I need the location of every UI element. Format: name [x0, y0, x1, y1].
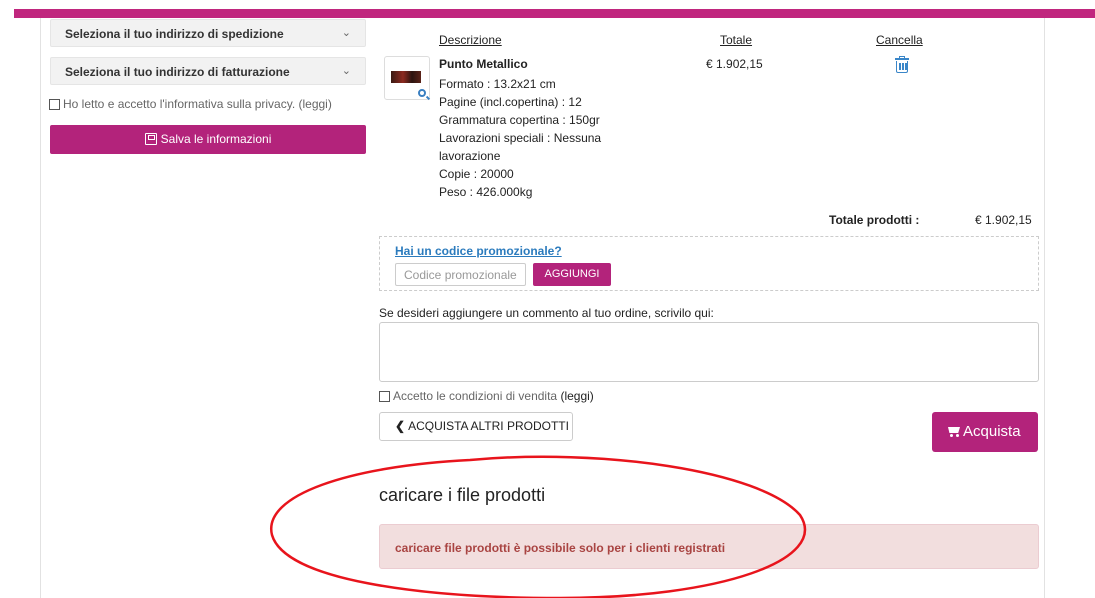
chevron-down-icon: ⌄: [341, 65, 351, 77]
save-info-button[interactable]: Salva le informazioni: [50, 125, 366, 154]
terms-checkbox[interactable]: [379, 391, 390, 402]
product-image: [391, 71, 421, 83]
column-header-total[interactable]: Totale: [720, 33, 752, 47]
registered-only-alert: caricare file prodotti è possibile solo …: [379, 524, 1039, 569]
add-promo-button[interactable]: AGGIUNGI: [533, 263, 611, 286]
product-detail-line: Formato : 13.2x21 cm: [439, 77, 556, 91]
privacy-checkbox[interactable]: [49, 99, 60, 110]
terms-consent: Accetto le condizioni di vendita (leggi): [379, 389, 594, 403]
privacy-label: Ho letto e accetto l'informativa sulla p…: [63, 97, 332, 111]
continue-shopping-label: ACQUISTA ALTRI PRODOTTI: [408, 419, 569, 433]
continue-shopping-button[interactable]: ❮ ACQUISTA ALTRI PRODOTTI: [379, 412, 573, 441]
zoom-icon[interactable]: [418, 89, 426, 97]
terms-label: Accetto le condizioni di vendita: [393, 389, 558, 403]
product-detail-line: Pagine (incl.copertina) : 12: [439, 95, 582, 109]
product-details: Formato : 13.2x21 cm Pagine (incl.copert…: [439, 75, 629, 201]
product-detail-line: Lavorazioni speciali : Nessuna lavorazio…: [439, 131, 602, 163]
upload-section-title: caricare i file prodotti: [379, 485, 546, 505]
chevron-left-icon: ❮: [395, 419, 406, 433]
order-comment-label: Se desideri aggiungere un commento al tu…: [379, 306, 714, 320]
billing-address-accordion[interactable]: Seleziona il tuo indirizzo di fatturazio…: [50, 57, 366, 85]
products-total-label: Totale prodotti :: [829, 213, 920, 227]
shopping-cart-icon: [946, 425, 961, 437]
content-border-right: [1044, 18, 1045, 598]
order-comment-textarea[interactable]: [379, 322, 1039, 382]
product-detail-line: Grammatura copertina : 150gr: [439, 113, 600, 127]
product-price: € 1.902,15: [706, 57, 763, 71]
trash-icon[interactable]: [894, 56, 910, 74]
product-detail-line: Peso : 426.000kg: [439, 185, 533, 199]
shipping-address-accordion[interactable]: Seleziona il tuo indirizzo di spedizione…: [50, 19, 366, 47]
promo-code-box: Hai un codice promozionale? AGGIUNGI: [379, 236, 1039, 291]
products-total-value: € 1.902,15: [975, 213, 1032, 227]
privacy-consent: Ho letto e accetto l'informativa sulla p…: [49, 97, 332, 111]
shipping-address-label: Seleziona il tuo indirizzo di spedizione: [65, 27, 284, 41]
column-header-delete[interactable]: Cancella: [876, 33, 923, 47]
purchase-label: Acquista: [963, 423, 1021, 440]
promo-code-input[interactable]: [395, 263, 526, 286]
save-info-label: Salva le informazioni: [160, 132, 272, 146]
purchase-button[interactable]: Acquista: [932, 412, 1038, 452]
column-header-description[interactable]: Descrizione: [439, 33, 502, 47]
content-border-left: [40, 18, 41, 598]
terms-read-link[interactable]: (leggi): [560, 389, 593, 403]
top-accent-bar: [14, 9, 1095, 18]
alert-message: caricare file prodotti è possibile solo …: [395, 541, 726, 555]
product-thumbnail[interactable]: [384, 56, 430, 100]
billing-address-label: Seleziona il tuo indirizzo di fatturazio…: [65, 65, 290, 79]
chevron-down-icon: ⌄: [341, 27, 351, 39]
promo-code-link[interactable]: Hai un codice promozionale?: [395, 244, 562, 258]
product-detail-line: Copie : 20000: [439, 167, 514, 181]
product-name: Punto Metallico: [439, 57, 528, 71]
floppy-disk-icon: [144, 133, 157, 145]
